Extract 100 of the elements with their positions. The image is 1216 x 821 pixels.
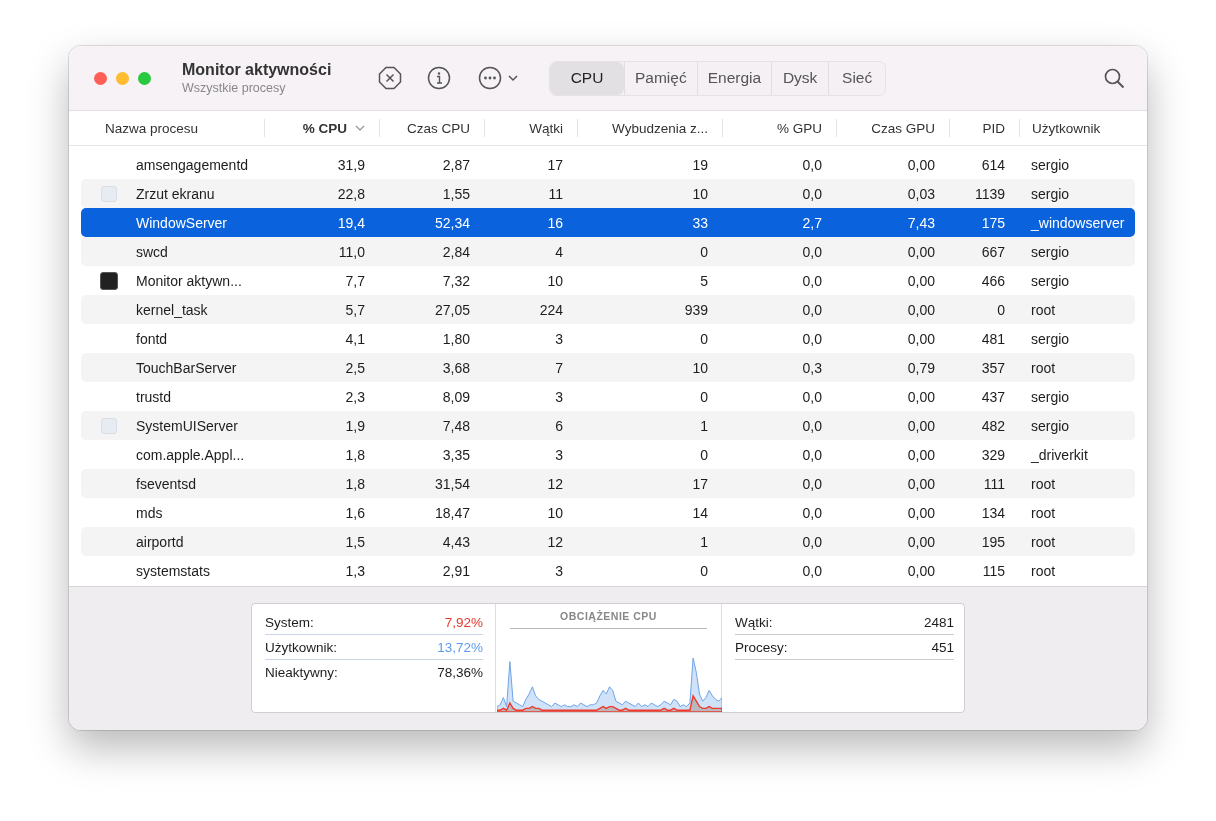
close-window-button[interactable] [94,71,107,85]
sort-chevron-icon [355,125,365,131]
table-cell: 12 [547,475,563,492]
table-cell: sergio [1031,417,1070,434]
table-cell: 3 [555,330,563,347]
table-cell: 6 [555,417,563,434]
column-header[interactable]: Nazwa procesu [81,119,264,137]
table-cell: 11 [548,185,563,202]
column-header[interactable]: PID [949,119,1019,137]
table-cell: 5 [700,272,708,289]
window-title: Monitor aktywności [182,61,333,79]
table-cell: 0,00 [907,446,935,463]
stat-value: 2481 [923,614,954,630]
process-name: Zrzut ekranu [136,185,215,202]
column-header[interactable]: Wątki [484,119,577,137]
table-cell: 2,5 [345,359,365,376]
table-cell: 3,68 [442,359,470,376]
tab[interactable]: Pamięć [624,61,697,95]
process-name: kernel_task [136,301,208,318]
table-cell: 1,3 [345,562,365,579]
table-cell: 0 [700,562,708,579]
column-header[interactable]: % GPU [722,119,836,137]
column-header[interactable]: Użytkownik [1019,119,1134,137]
table-cell: 1 [700,533,708,550]
table-cell: 224 [539,301,563,318]
table-cell: 0 [700,330,708,347]
info-icon[interactable] [427,66,451,90]
process-row[interactable]: swcd 11,0 2,84 4 0 0,0 0,00 667 sergio [81,237,1135,266]
table-cell: 1,9 [345,417,365,434]
stat-value: 78,36% [437,664,483,680]
table-cell: 134 [981,504,1005,521]
process-row[interactable]: WindowServer 19,4 52,34 16 33 2,7 7,43 175 _windowserver [81,208,1135,237]
table-cell: 22,8 [337,185,365,202]
tab[interactable]: Dysk [771,61,829,95]
table-cell: 0,0 [802,562,822,579]
app-icon [100,417,117,434]
process-row[interactable]: kernel_task 5,7 27,05 224 939 0,0 0,00 0 root [81,295,1135,324]
process-name: amsengagementd [136,156,249,173]
table-cell: 0,00 [907,562,935,579]
table-cell: 7,43 [907,214,935,231]
table-cell: 1,5 [345,533,365,550]
table-cell: root [1031,359,1056,376]
table-cell: sergio [1031,243,1070,260]
process-row[interactable]: com.apple.Appl... 1,8 3,35 3 0 0,0 0,00 329 _driverkit [81,440,1135,469]
column-header[interactable]: Czas GPU [836,119,949,137]
table-cell: 0,00 [907,272,935,289]
search-icon[interactable] [1104,67,1125,89]
process-row[interactable]: SystemUIServer 1,9 7,48 6 1 0,0 0,00 482 sergio [81,411,1135,440]
process-name: fontd [136,330,168,347]
table-cell: 466 [981,272,1005,289]
process-row[interactable]: systemstats 1,3 2,91 3 0 0,0 0,00 115 root [81,556,1135,585]
process-row[interactable]: amsengagementd 31,9 2,87 17 19 0,0 0,00 614 sergio [81,150,1135,179]
table-cell: 8,09 [442,388,470,405]
table-cell: 7 [555,359,563,376]
table-cell: 1139 [974,185,1005,202]
table-cell: 5,7 [345,301,365,318]
stat-label: Procesy: [735,639,788,655]
process-row[interactable]: Monitor aktywn... 7,7 7,32 10 5 0,0 0,00 466 sergio [81,266,1135,295]
table-cell: 0,0 [802,533,822,550]
column-header[interactable]: % CPU [264,119,379,137]
tab[interactable]: Energia [696,61,772,95]
table-cell: 1,6 [345,504,365,521]
process-row[interactable]: fontd 4,1 1,80 3 0 0,0 0,00 481 sergio [81,324,1135,353]
process-name: swcd [136,243,168,260]
table-cell: 3 [555,388,563,405]
chart-title: OBCIĄŻENIE CPU [510,610,707,629]
table-cell: 0,0 [802,475,822,492]
process-name: trustd [136,388,171,405]
table-cell: root [1031,475,1056,492]
tab[interactable]: Sieć [828,61,886,95]
table-cell: 18,47 [434,504,470,521]
table-cell: 17 [547,156,563,173]
table-cell: 1,8 [345,446,365,463]
process-row[interactable]: TouchBarServer 2,5 3,68 7 10 0,3 0,79 357 root [81,353,1135,382]
process-row[interactable]: airportd 1,5 4,43 12 1 0,0 0,00 195 root [81,527,1135,556]
process-name: mds [136,504,163,521]
column-header[interactable]: Czas CPU [379,119,484,137]
column-header[interactable]: Wybudzenia z... [577,119,722,137]
table-cell: sergio [1031,388,1070,405]
process-row[interactable]: Zrzut ekranu 22,8 1,55 11 10 0,0 0,03 1139 sergio [81,179,1135,208]
table-cell: sergio [1031,156,1070,173]
process-row[interactable]: mds 1,6 18,47 10 14 0,0 0,00 134 root [81,498,1135,527]
process-name: WindowServer [136,214,228,231]
process-row[interactable]: fseventsd 1,8 31,54 12 17 0,0 0,00 111 root [81,469,1135,498]
table-cell: 0,00 [907,301,935,318]
process-name: systemstats [136,562,210,579]
table-cell: 3 [555,562,563,579]
table-cell: root [1031,504,1056,521]
stop-process-icon[interactable] [378,66,402,90]
process-row[interactable]: trustd 2,3 8,09 3 0 0,0 0,00 437 sergio [81,382,1135,411]
table-cell: 0,0 [802,330,822,347]
table-cell: 19,4 [337,214,365,231]
table-cell: 0,0 [802,156,822,173]
table-cell: 7,7 [345,272,365,289]
table-cell: 14 [692,504,708,521]
table-cell: 0,00 [907,417,935,434]
table-cell: 115 [982,562,1005,579]
stat-label: Użytkownik: [265,639,337,655]
tab[interactable]: CPU [550,61,624,95]
table-cell: 2,87 [442,156,470,173]
